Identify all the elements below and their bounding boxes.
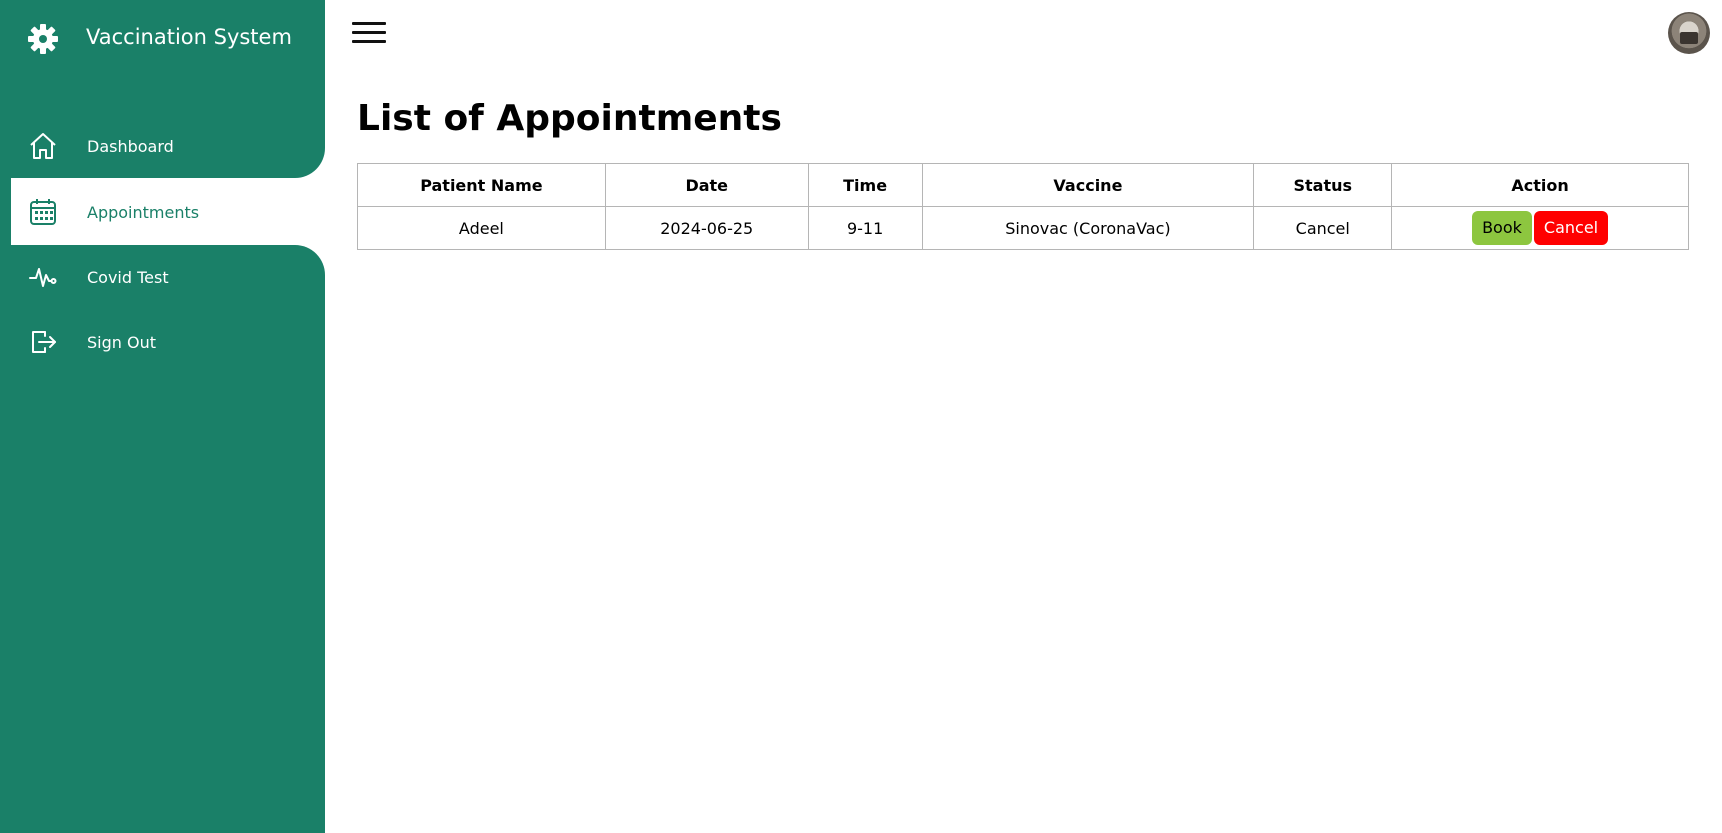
column-header-patient-name: Patient Name: [357, 163, 606, 207]
cell-patient-name: Adeel: [357, 206, 606, 250]
sign-out-icon: [28, 327, 58, 357]
cell-vaccine: Sinovac (CoronaVac): [921, 206, 1255, 250]
home-icon: [28, 131, 58, 161]
app-title: Vaccination System: [86, 25, 292, 49]
menu-bar: [352, 40, 386, 43]
calendar-icon: [28, 197, 58, 227]
menu-toggle-icon[interactable]: [352, 20, 386, 44]
sidebar-item-covid-test[interactable]: Covid Test: [0, 245, 325, 309]
column-header-vaccine: Vaccine: [921, 163, 1255, 207]
sidebar-item-label: Dashboard: [87, 136, 174, 156]
sidebar-item-label: Sign Out: [87, 332, 156, 352]
brand: Vaccination System: [26, 22, 292, 56]
sidebar-item-dashboard[interactable]: Dashboard: [0, 114, 325, 178]
gear-icon: [26, 22, 60, 56]
cell-action: Book Cancel: [1391, 206, 1689, 250]
table-row: Adeel 2024-06-25 9-11 Sinovac (CoronaVac…: [357, 206, 1689, 250]
book-button[interactable]: Book: [1472, 211, 1532, 245]
sidebar-item-appointments[interactable]: Appointments: [11, 180, 325, 244]
column-header-status: Status: [1253, 163, 1393, 207]
cell-time: 9-11: [807, 206, 923, 250]
menu-bar: [352, 22, 386, 25]
page-title: List of Appointments: [357, 98, 782, 139]
sidebar-item-sign-out[interactable]: Sign Out: [0, 310, 325, 374]
table-header-row: Patient Name Date Time Vaccine Status Ac…: [357, 163, 1689, 207]
pulse-icon: [28, 262, 58, 292]
sidebar: Vaccination System Dashboard Appointment…: [0, 0, 325, 833]
column-header-time: Time: [807, 163, 923, 207]
cancel-button[interactable]: Cancel: [1533, 211, 1609, 245]
column-header-date: Date: [604, 163, 809, 207]
sidebar-item-label: Appointments: [87, 202, 200, 222]
column-header-action: Action: [1391, 163, 1689, 207]
menu-bar: [352, 31, 386, 34]
cell-status: Cancel: [1253, 206, 1393, 250]
cell-date: 2024-06-25: [604, 206, 809, 250]
avatar[interactable]: [1668, 12, 1710, 54]
appointments-table: Patient Name Date Time Vaccine Status Ac…: [357, 163, 1689, 250]
sidebar-item-label: Covid Test: [87, 267, 169, 287]
